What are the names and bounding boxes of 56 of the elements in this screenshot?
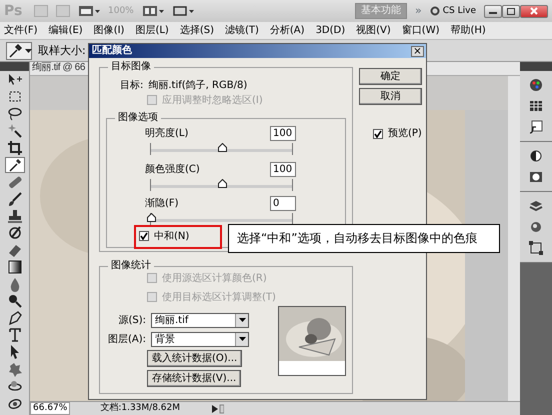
status-menu-icon[interactable] xyxy=(210,404,224,414)
panel-header-bar xyxy=(520,62,552,71)
menu-item[interactable]: 文件(F) xyxy=(4,24,38,36)
close-button[interactable] xyxy=(520,4,548,18)
gradient-icon xyxy=(6,259,22,275)
eraser-icon xyxy=(6,242,22,258)
adjustments-icon[interactable] xyxy=(528,148,544,164)
sample-size-label: 取样大小: xyxy=(38,44,86,58)
wand-icon xyxy=(6,123,22,139)
close-button[interactable]: × xyxy=(411,46,424,56)
menu-item[interactable]: 编辑(E) xyxy=(48,24,83,36)
arrange-documents-icon[interactable] xyxy=(142,5,164,17)
palette-icon[interactable] xyxy=(528,77,544,93)
menu-item[interactable]: 滤镜(T) xyxy=(224,24,259,36)
lasso-icon xyxy=(6,106,22,122)
menu-item[interactable]: 图像(I) xyxy=(94,24,124,36)
menu-item[interactable]: 帮助(H) xyxy=(450,24,486,36)
dodge-icon xyxy=(6,293,22,309)
channels-icon[interactable] xyxy=(528,219,544,235)
pen-icon xyxy=(6,310,22,326)
document-info: 文档:1.33M/8.62M xyxy=(100,403,180,414)
menu-item[interactable]: 图层(L) xyxy=(135,24,169,36)
mask-icon[interactable] xyxy=(528,169,544,185)
minimize-button[interactable] xyxy=(484,4,502,18)
tool-button[interactable] xyxy=(4,157,24,173)
move-icon xyxy=(6,72,22,88)
panel-header-bar xyxy=(0,62,29,71)
menu-item[interactable]: 窗口(W) xyxy=(402,24,440,36)
swatches-icon[interactable] xyxy=(528,98,544,114)
group-legend: 目标图像 xyxy=(108,61,154,72)
eyedropper-icon xyxy=(7,42,23,58)
type-icon xyxy=(6,327,22,343)
cs-live-icon xyxy=(430,6,440,16)
menu-item[interactable]: 分析(A) xyxy=(270,24,305,36)
stamp-icon xyxy=(6,208,22,224)
dialog-title: 匹配颜色 xyxy=(92,45,132,57)
layers-icon[interactable] xyxy=(528,198,544,214)
menu-item[interactable]: 3D(D) xyxy=(316,24,346,36)
maximize-icon xyxy=(507,8,515,14)
shape-icon xyxy=(6,361,22,377)
menu-item[interactable]: 选择(S) xyxy=(180,24,214,36)
app-logo: Ps xyxy=(4,2,24,20)
maximize-button[interactable] xyxy=(502,4,520,18)
tool-preset-picker[interactable] xyxy=(6,42,32,60)
caret-icon xyxy=(25,48,32,52)
zoom-field[interactable]: 66.67% xyxy=(30,402,70,415)
cs-live-label[interactable]: CS Live xyxy=(442,6,476,16)
crop-icon xyxy=(6,140,22,156)
view-extras-icon[interactable] xyxy=(78,5,100,17)
screen-mode-icon[interactable] xyxy=(172,5,194,17)
menu-item[interactable]: 视图(V) xyxy=(356,24,391,36)
eyedropper-icon xyxy=(6,157,22,173)
close-icon xyxy=(530,7,538,15)
brush-icon xyxy=(6,191,22,207)
fx-icon[interactable] xyxy=(528,119,544,135)
paths-icon[interactable] xyxy=(528,240,544,256)
